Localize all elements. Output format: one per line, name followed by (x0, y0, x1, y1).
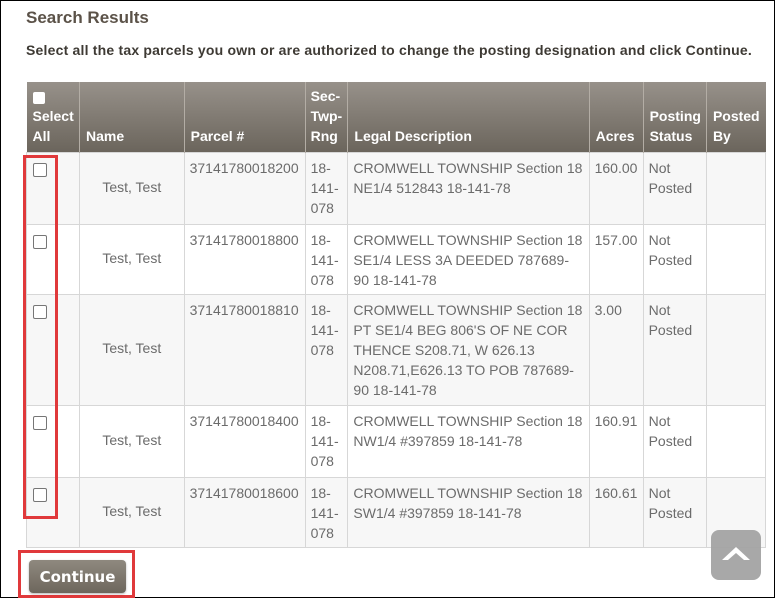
cell-parcel: 37141780018800 (183, 224, 306, 295)
cell-posted-by (705, 152, 767, 225)
cell-legal-description: CROMWELL TOWNSHIP Section 18 PT SE1/4 BE… (347, 294, 590, 406)
cell-acres: 160.61 (588, 477, 644, 548)
header-select-all-label: Select All (32, 108, 74, 144)
table-row: Test, Test 37141780018600 18- 141- 078 CROMWE… (26, 477, 767, 548)
cell-parcel: 37141780018810 (183, 294, 306, 406)
cell-acres: 160.00 (588, 152, 644, 225)
header-parcel: Parcel # (183, 82, 306, 153)
cell-acres: 3.00 (588, 294, 644, 406)
cell-posting-status: Not Posted (642, 224, 707, 295)
cell-name: Test, Test (78, 152, 185, 225)
row-select-checkbox[interactable] (33, 488, 47, 502)
header-legal-description: Legal Description (347, 82, 590, 153)
header-sec-twp-rng: Sec- Twp- Rng (304, 82, 348, 153)
chevron-up-icon (722, 547, 750, 560)
cell-acres: 157.00 (588, 224, 644, 295)
table-row: Test, Test 37141780018810 18- 141- 078 CROMWE… (26, 294, 767, 406)
cell-posted-by (705, 224, 767, 295)
table-row: Test, Test 37141780018400 18- 141- 078 CROMWE… (26, 405, 767, 478)
cell-posting-status: Not Posted (642, 152, 707, 225)
cell-posting-status: Not Posted (642, 477, 707, 548)
cell-parcel: 37141780018200 (183, 152, 306, 225)
page-title: Search Results (26, 8, 149, 27)
select-all-checkbox[interactable] (32, 92, 45, 104)
cell-name: Test, Test (78, 294, 185, 406)
header-name: Name (78, 82, 185, 153)
cell-sec-twp-rng: 18- 141- 078 (304, 224, 349, 295)
scroll-to-top-button[interactable] (711, 530, 761, 580)
instructions-text: Select all the tax parcels you own or ar… (26, 42, 752, 58)
cell-posted-by (705, 294, 767, 406)
cell-legal-description: CROMWELL TOWNSHIP Section 18 NW1/4 #3978… (347, 405, 590, 478)
header-acres: Acres (588, 82, 644, 153)
cell-sec-twp-rng: 18- 141- 078 (304, 152, 349, 225)
cell-name: Test, Test (78, 477, 185, 548)
cell-checkbox (26, 405, 80, 478)
cell-parcel: 37141780018600 (183, 477, 306, 548)
cell-checkbox (26, 477, 80, 548)
cell-sec-twp-rng: 18- 141- 078 (304, 405, 349, 478)
header-row: Select All Name Parcel # Sec- Twp- Rng Leg… (26, 82, 766, 153)
row-select-checkbox[interactable] (33, 416, 47, 430)
row-select-checkbox[interactable] (33, 235, 47, 249)
cell-acres: 160.91 (588, 405, 644, 478)
header-posting-status: Posting Status (642, 82, 707, 153)
header-select-all: Select All (26, 82, 80, 153)
cell-name: Test, Test (78, 405, 185, 478)
results-table: Select All Name Parcel # Sec- Twp- Rng Leg… (26, 82, 767, 548)
cell-legal-description: CROMWELL TOWNSHIP Section 18 SW1/4 #3978… (347, 477, 590, 548)
continue-button[interactable]: Continue (29, 560, 126, 593)
table-row: Test, Test 37141780018200 18- 141- 078 CROMWE… (26, 152, 767, 225)
cell-sec-twp-rng: 18- 141- 078 (304, 477, 349, 548)
cell-sec-twp-rng: 18- 141- 078 (304, 294, 349, 406)
cell-posting-status: Not Posted (642, 294, 707, 406)
cell-posting-status: Not Posted (642, 405, 707, 478)
row-select-checkbox[interactable] (33, 163, 47, 177)
cell-name: Test, Test (78, 224, 185, 295)
cell-legal-description: CROMWELL TOWNSHIP Section 18 SE1/4 LESS … (347, 224, 590, 295)
cell-legal-description: CROMWELL TOWNSHIP Section 18 NE1/4 51284… (347, 152, 590, 225)
cell-checkbox (26, 294, 80, 406)
row-select-checkbox[interactable] (33, 305, 47, 319)
cell-parcel: 37141780018400 (183, 405, 306, 478)
cell-checkbox (26, 224, 80, 295)
cell-checkbox (26, 152, 80, 225)
cell-posted-by (705, 405, 767, 478)
table-row: Test, Test 37141780018800 18- 141- 078 CROMWE… (26, 224, 767, 295)
header-posted-by: Posted By (705, 82, 766, 153)
